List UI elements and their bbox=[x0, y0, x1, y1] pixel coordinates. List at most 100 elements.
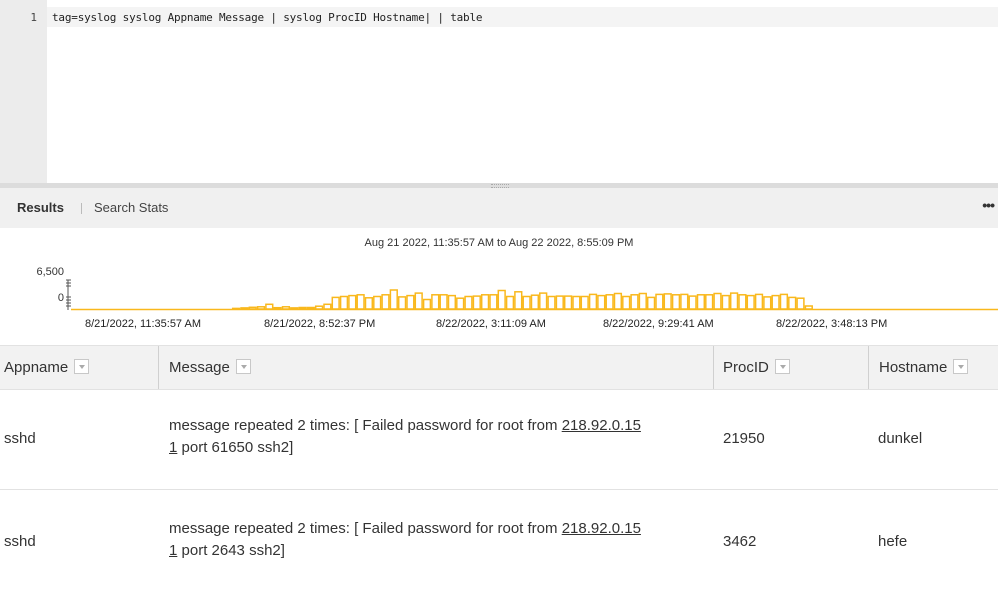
chevron-down-icon[interactable] bbox=[74, 358, 90, 374]
tab-search-stats[interactable]: Search Stats bbox=[94, 200, 168, 215]
histogram-bar[interactable] bbox=[447, 294, 457, 310]
x-tick-4: 8/22/2022, 9:29:41 AM bbox=[603, 318, 714, 330]
histogram-bar[interactable] bbox=[663, 293, 672, 310]
histogram-bar[interactable] bbox=[696, 294, 706, 310]
histogram-bar[interactable] bbox=[555, 295, 564, 310]
table-row[interactable]: sshd message repeated 2 times: [ Failed … bbox=[0, 389, 998, 490]
histogram-bars bbox=[231, 289, 813, 310]
cell-hostname: hefe bbox=[878, 533, 908, 550]
histogram-bar[interactable] bbox=[348, 294, 357, 310]
histogram-bar[interactable] bbox=[613, 292, 623, 310]
histogram-bar[interactable] bbox=[646, 296, 656, 310]
histogram-bar[interactable] bbox=[688, 295, 697, 310]
histogram-bar[interactable] bbox=[256, 306, 266, 310]
y-axis bbox=[66, 279, 71, 310]
chevron-down-icon[interactable] bbox=[774, 358, 790, 374]
histogram-bar[interactable] bbox=[323, 303, 332, 310]
histogram-bar[interactable] bbox=[671, 294, 681, 310]
histogram-bar[interactable] bbox=[265, 303, 274, 310]
histogram-bar[interactable] bbox=[422, 298, 432, 310]
histogram-bar[interactable] bbox=[389, 289, 398, 310]
col-procid[interactable]: ProcID bbox=[713, 346, 878, 389]
x-tick-3: 8/22/2022, 3:11:09 AM bbox=[436, 318, 546, 330]
results-tab-bar: Results Search Stats ••• bbox=[0, 188, 998, 228]
x-tick-5: 8/22/2022, 3:48:13 PM bbox=[776, 318, 888, 330]
histogram-bar[interactable] bbox=[497, 289, 506, 310]
col-message[interactable]: Message bbox=[158, 346, 722, 389]
histogram-bar[interactable] bbox=[439, 294, 448, 310]
histogram-bar[interactable] bbox=[514, 291, 523, 310]
tab-results[interactable]: Results bbox=[17, 200, 64, 215]
cell-message: message repeated 2 times: [ Failed passw… bbox=[169, 520, 641, 559]
histogram-bar[interactable] bbox=[414, 292, 423, 310]
cell-procid: 21950 bbox=[723, 430, 765, 447]
histogram-bar[interactable] bbox=[248, 306, 257, 310]
histogram-bar[interactable] bbox=[406, 294, 415, 310]
histogram-bar[interactable] bbox=[547, 295, 556, 310]
histogram-bar[interactable] bbox=[522, 295, 531, 310]
histogram-bar[interactable] bbox=[472, 295, 481, 310]
line-number: 1 bbox=[30, 11, 37, 24]
x-tick-1: 8/21/2022, 11:35:57 AM bbox=[85, 318, 201, 330]
histogram-bar[interactable] bbox=[456, 297, 465, 310]
histogram-bar[interactable] bbox=[655, 293, 664, 310]
cell-appname: sshd bbox=[4, 430, 36, 447]
cell-hostname: dunkel bbox=[878, 430, 923, 447]
histogram-bar[interactable] bbox=[622, 295, 631, 310]
histogram-bar[interactable] bbox=[746, 294, 755, 310]
histogram-bar[interactable] bbox=[563, 295, 573, 310]
histogram-bar[interactable] bbox=[505, 295, 515, 310]
histogram-bar[interactable] bbox=[539, 292, 548, 310]
histogram-bar[interactable] bbox=[480, 294, 490, 310]
histogram-bar[interactable] bbox=[630, 294, 639, 310]
histogram-bar[interactable] bbox=[373, 295, 382, 310]
histogram-bar[interactable] bbox=[331, 296, 340, 310]
tab-divider bbox=[81, 203, 82, 214]
cell-procid: 3462 bbox=[723, 533, 757, 550]
histogram-bar[interactable] bbox=[464, 295, 473, 310]
histogram-bar[interactable] bbox=[721, 294, 730, 310]
histogram-bar[interactable] bbox=[364, 297, 374, 310]
histogram-bar[interactable] bbox=[788, 296, 797, 310]
histogram-bar[interactable] bbox=[738, 294, 747, 310]
chevron-down-icon[interactable] bbox=[953, 358, 969, 374]
histogram-bar[interactable] bbox=[597, 294, 606, 310]
more-options-icon[interactable]: ••• bbox=[982, 197, 995, 213]
col-appname[interactable]: Appname bbox=[0, 346, 162, 389]
histogram-bar[interactable] bbox=[754, 293, 764, 310]
query-text[interactable]: tag=syslog syslog Appname Message | sysl… bbox=[52, 11, 483, 24]
histogram-bar[interactable] bbox=[339, 295, 349, 310]
histogram-bar[interactable] bbox=[588, 293, 598, 310]
col-hostname[interactable]: Hostname bbox=[868, 346, 998, 389]
histogram-bar[interactable] bbox=[580, 295, 589, 310]
chevron-down-icon[interactable] bbox=[235, 358, 251, 374]
histogram-bar[interactable] bbox=[489, 294, 498, 310]
histogram-bar[interactable] bbox=[314, 305, 324, 310]
histogram-bar[interactable] bbox=[729, 292, 739, 310]
histogram-bar[interactable] bbox=[281, 306, 291, 310]
histogram-bar[interactable] bbox=[638, 292, 647, 310]
cell-message: message repeated 2 times: [ Failed passw… bbox=[169, 417, 641, 456]
cell-appname: sshd bbox=[4, 533, 36, 550]
histogram-bar[interactable] bbox=[705, 294, 714, 310]
histogram-bar[interactable] bbox=[779, 293, 789, 310]
table-row[interactable]: sshd message repeated 2 times: [ Failed … bbox=[0, 490, 998, 590]
histogram-bar[interactable] bbox=[763, 296, 772, 310]
histogram-bar[interactable] bbox=[397, 296, 407, 310]
histogram-bar[interactable] bbox=[431, 294, 440, 310]
histogram-bar[interactable] bbox=[771, 294, 780, 310]
time-range-label: Aug 21 2022, 11:35:57 AM to Aug 22 2022,… bbox=[364, 237, 634, 249]
histogram-bar[interactable] bbox=[713, 292, 722, 310]
histogram-bar[interactable] bbox=[530, 294, 540, 310]
histogram-bar[interactable] bbox=[572, 295, 581, 310]
histogram-bar[interactable] bbox=[804, 305, 813, 310]
table-header: Appname Message ProcID Hostname bbox=[0, 345, 998, 390]
line-gutter: 1 bbox=[0, 0, 47, 184]
x-tick-2: 8/21/2022, 8:52:37 PM bbox=[264, 318, 376, 330]
histogram-bar[interactable] bbox=[680, 293, 689, 310]
histogram-bar[interactable] bbox=[356, 294, 365, 310]
histogram-bar[interactable] bbox=[605, 294, 614, 310]
query-editor[interactable]: 1 tag=syslog syslog Appname Message | sy… bbox=[0, 0, 998, 184]
histogram-bar[interactable] bbox=[796, 297, 805, 310]
histogram-bar[interactable] bbox=[381, 294, 390, 310]
